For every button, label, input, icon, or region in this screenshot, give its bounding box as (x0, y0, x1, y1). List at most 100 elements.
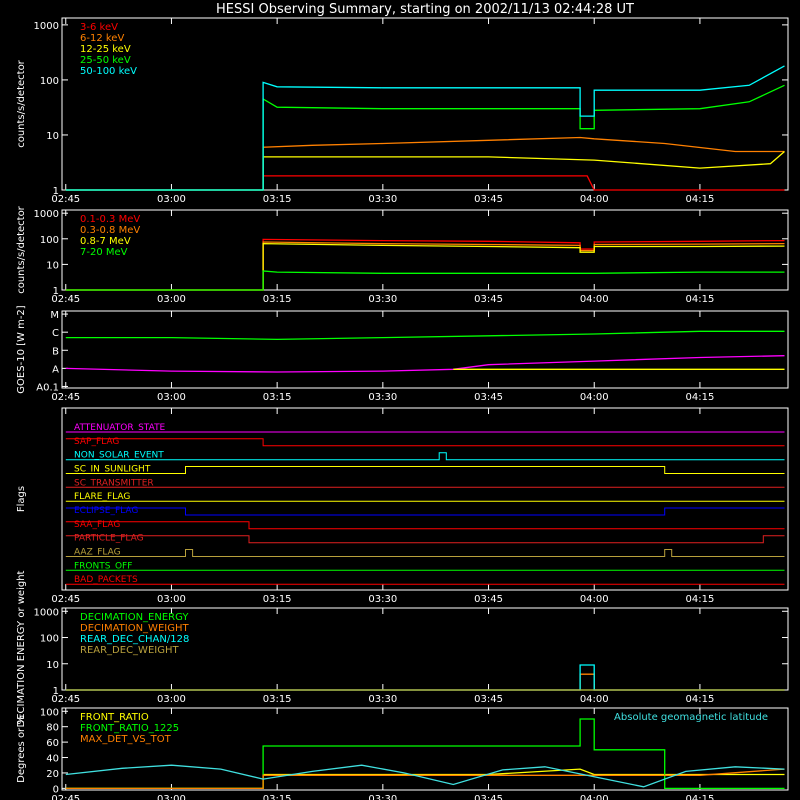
ratios-xtick-label: 04:00 (580, 794, 609, 800)
flag-line (65, 521, 785, 530)
rates_low-xtick-label: 03:30 (368, 194, 397, 205)
rates_low-xtick-label: 03:45 (474, 194, 503, 205)
chart-title: HESSI Observing Summary, starting on 200… (216, 2, 634, 17)
legend-entry: FRONT_RATIO_1225 (80, 723, 179, 734)
legend-entry: 0.1-0.3 MeV (80, 214, 140, 225)
flag-label: ATTENUATOR_STATE (74, 423, 166, 433)
legend-entry: REAR_DEC_CHAN/128 (80, 634, 189, 645)
rates_low-ylabel: counts/s/detector (16, 59, 27, 147)
flags-frame (61, 407, 789, 591)
flags-xtick-label: 03:30 (368, 594, 397, 605)
flags-xtick-label: 02:45 (51, 594, 80, 605)
series-line (65, 241, 785, 291)
rates_high-xtick-label: 04:00 (580, 294, 609, 305)
flag-label: SC_IN_SUNLIGHT (74, 465, 151, 475)
flags-xtick-label: 04:15 (686, 594, 715, 605)
legend-entry: REAR_DEC_WEIGHT (80, 645, 179, 656)
goes-xtick-label: 03:30 (368, 392, 397, 403)
series-line (65, 673, 785, 691)
decimation-xtick-label: 04:15 (686, 694, 715, 705)
goes-xtick-label: 04:15 (686, 392, 715, 403)
goes-ytick-label: A (52, 364, 59, 375)
flag-label: SAA_FLAG (74, 520, 120, 530)
flag-label: SAP_FLAG (74, 437, 119, 447)
rates_high-ytick-label: 100 (40, 235, 59, 246)
series-line (65, 270, 785, 291)
goes-xtick-label: 03:15 (263, 392, 292, 403)
flag-label: AAZ_FLAG (74, 548, 121, 558)
decimation-xtick-label: 03:45 (474, 694, 503, 705)
rates_high-frame (61, 209, 789, 291)
series-line (65, 764, 785, 788)
goes-ytick-label: B (52, 346, 59, 357)
legend-entry: DECIMATION_WEIGHT (80, 623, 189, 634)
ratios-xtick-label: 03:15 (263, 794, 292, 800)
series-line (65, 65, 785, 191)
goes-frame (61, 310, 789, 389)
flags-xtick-label: 04:00 (580, 594, 609, 605)
rates_low-xtick-label: 03:00 (157, 194, 186, 205)
rates_high-xtick-label: 03:45 (474, 294, 503, 305)
goes-ylabel: GOES-10 [W m-2] (16, 305, 27, 393)
legend-entry: 6-12 keV (80, 33, 124, 44)
legend-entry: 7-20 MeV (80, 247, 128, 258)
ratios-ytick-label: 40 (46, 754, 59, 765)
legend-entry: MAX_DET_VS_TOT (80, 734, 172, 745)
rates_low-xtick-label: 04:00 (580, 194, 609, 205)
flag-label: BAD_PACKETS (74, 575, 138, 585)
flag-label: FRONTS_OFF (74, 561, 132, 571)
legend-entry: 3-6 keV (80, 22, 118, 33)
decimation-xtick-label: 03:30 (368, 694, 397, 705)
flag-line (65, 452, 785, 461)
rates_low-xtick-label: 04:15 (686, 194, 715, 205)
flag-label: PARTICLE_FLAG (74, 534, 144, 544)
flags-xtick-label: 03:00 (157, 594, 186, 605)
legend-entry: 0.3-0.8 MeV (80, 225, 140, 236)
series-line (65, 136, 785, 191)
legend-entry: DECIMATION_ENERGY (80, 612, 189, 623)
legend-entry: 25-50 keV (80, 55, 131, 66)
goes-xtick-label: 03:45 (474, 392, 503, 403)
goes-xtick-label: 03:00 (157, 392, 186, 403)
flag-line (65, 438, 785, 447)
flag-label: FLARE_FLAG (74, 492, 130, 502)
ratios-xtick-label: 03:30 (368, 794, 397, 800)
series-line (65, 330, 785, 341)
rates_low-xtick-label: 03:15 (263, 194, 292, 205)
decimation-xtick-label: 03:00 (157, 694, 186, 705)
flag-label: ECLIPSE_FLAG (74, 506, 138, 516)
ratios-ytick-label: 100 (40, 707, 59, 718)
decimation-ytick-label: 1000 (34, 607, 59, 618)
flag-label: SC_TRANSMITTER (74, 478, 154, 488)
ratios-ylabel: Degrees or % (16, 715, 27, 783)
ratios-xtick-label: 04:15 (686, 794, 715, 800)
decimation-xtick-label: 04:00 (580, 694, 609, 705)
ratios-xtick-label: 03:00 (157, 794, 186, 800)
legend-entry: 50-100 keV (80, 66, 137, 77)
goes-xtick-label: 02:45 (51, 392, 80, 403)
decimation-ytick-label: 10 (46, 660, 59, 671)
legend-entry: 0.8-7 MeV (80, 236, 131, 247)
flag-line (65, 507, 785, 516)
goes-xtick-label: 04:00 (580, 392, 609, 403)
series-line (65, 664, 785, 691)
series-line (65, 768, 785, 790)
rates_low-ytick-label: 10 (46, 131, 59, 142)
decimation-xtick-label: 03:15 (263, 694, 292, 705)
flag-label: NON_SOLAR_EVENT (74, 451, 164, 461)
legend-entry: 12-25 keV (80, 44, 131, 55)
rates_low-frame (61, 17, 789, 191)
rates_high-xtick-label: 03:15 (263, 294, 292, 305)
ratios-ytick-label: 0 (53, 784, 59, 795)
rates_high-ytick-label: 10 (46, 260, 59, 271)
rates_high-ylabel: counts/s/detector (16, 205, 27, 293)
ratios-xtick-label: 03:45 (474, 794, 503, 800)
flags-ylabel: Flags (16, 486, 27, 512)
rates_high-xtick-label: 03:30 (368, 294, 397, 305)
rates_high-xtick-label: 03:00 (157, 294, 186, 305)
rates_low-ytick-label: 1 (53, 186, 59, 197)
series-line (65, 84, 785, 191)
goes-ytick-label: A0.1 (36, 382, 59, 393)
ratios-ytick-label: 20 (46, 769, 59, 780)
series-line (65, 151, 785, 191)
